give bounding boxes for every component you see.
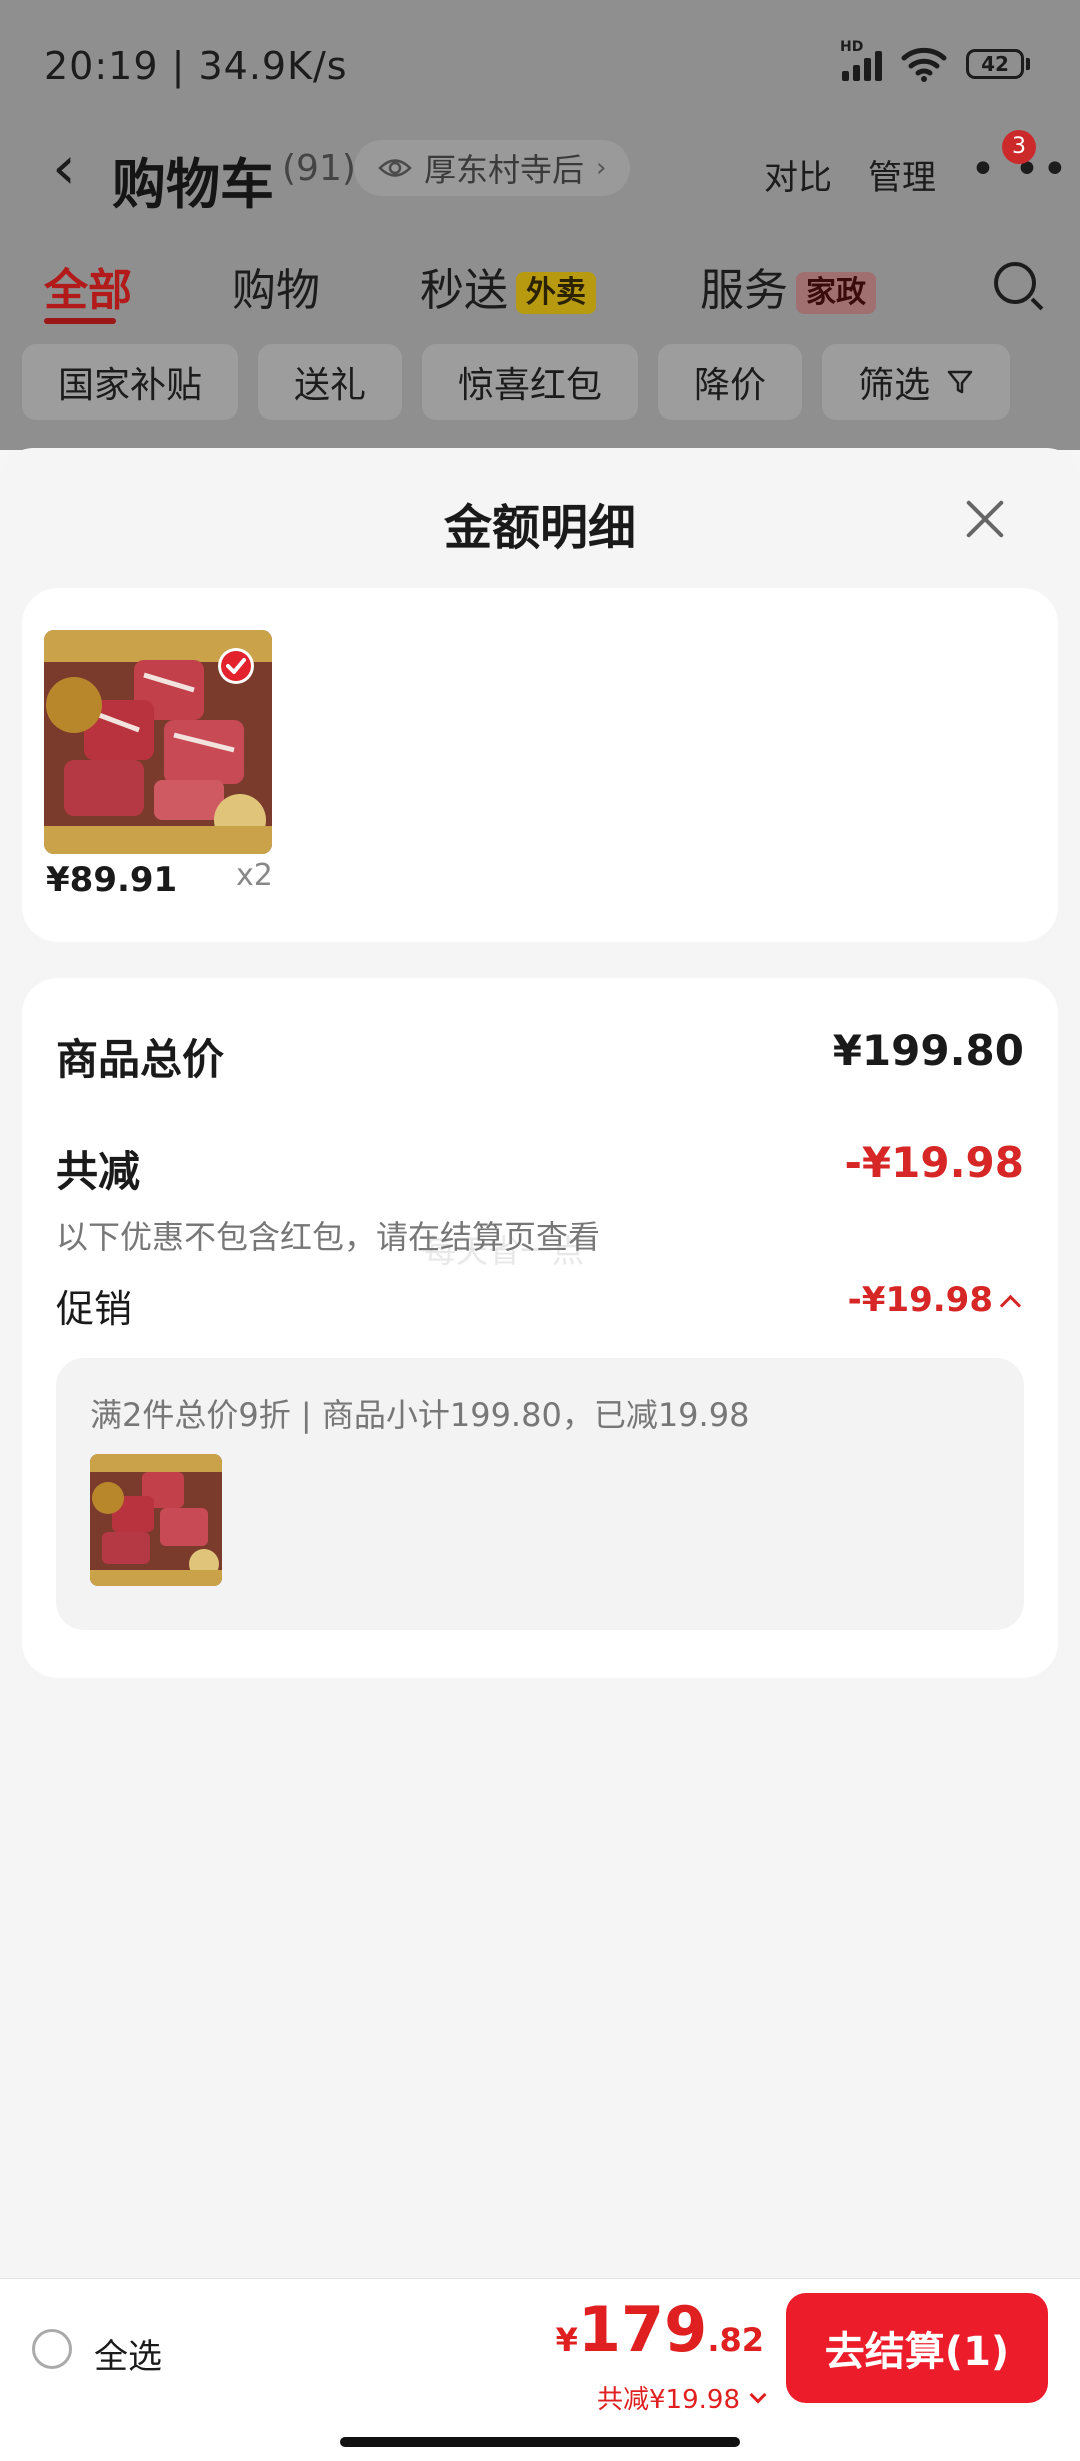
filter-icon — [947, 370, 973, 394]
compare-button[interactable]: 对比 — [764, 150, 832, 199]
battery-level: 42 — [966, 49, 1024, 79]
status-icons: HD 42 — [840, 39, 1030, 82]
close-icon[interactable] — [962, 496, 1008, 542]
wifi-icon — [901, 47, 947, 82]
sheet-title: 金额明细 — [443, 500, 636, 556]
page-title: 购物车 — [112, 153, 274, 216]
status-time: 20:19 | 34.9K/s — [44, 44, 348, 88]
promotion-product-thumbnail — [90, 1454, 222, 1586]
tab-shopping-label: 购物 — [232, 265, 320, 316]
chip-filter[interactable]: 筛选 — [822, 344, 1011, 420]
promotion-detail: 满2件总价9折 | 商品小计199.80，已减19.98 — [56, 1358, 1024, 1630]
promotion-value: -¥19.98 — [847, 1280, 993, 1320]
savings-text: 共减¥19.98 — [597, 2385, 740, 2415]
product-price: ¥89.91 — [46, 860, 178, 900]
takeout-tag: 外卖 — [516, 272, 596, 314]
notification-badge: 3 — [1002, 130, 1036, 164]
chip-national-subsidy[interactable]: 国家补贴 — [22, 344, 239, 420]
discount-label: 共减 — [56, 1147, 141, 1196]
back-icon[interactable]: ‹ — [52, 138, 76, 198]
tab-instant-label: 秒送 — [420, 265, 508, 316]
goods-total-label: 商品总价 — [56, 1035, 225, 1084]
chip-price-drop[interactable]: 降价 — [658, 344, 803, 420]
select-all-label[interactable]: 全选 — [94, 2329, 162, 2378]
savings-toggle[interactable]: 共减¥19.98 — [597, 2379, 767, 2416]
beef-thumbnail — [90, 1454, 222, 1586]
cellular-signal-icon: HD — [840, 39, 882, 81]
chip-gift[interactable]: 送礼 — [258, 344, 403, 420]
checkout-bar: 全选 ¥179.82 共减¥19.98 去结算(1) — [0, 2278, 1080, 2461]
search-icon[interactable] — [994, 262, 1036, 304]
promotion-toggle[interactable]: -¥19.98 — [847, 1280, 1022, 1320]
battery-icon: 42 — [966, 49, 1030, 79]
address-text: 厚东村寺后 — [424, 151, 585, 189]
hd-label: HD — [840, 39, 864, 55]
select-all-checkbox[interactable] — [32, 2329, 72, 2369]
chevron-down-icon — [749, 2386, 767, 2403]
housekeeping-tag: 家政 — [796, 272, 876, 314]
tab-service[interactable]: 服务 家政 — [700, 254, 876, 318]
product-card: ¥89.91 x2 — [22, 588, 1058, 942]
promotion-label: 促销 — [56, 1287, 133, 1331]
total-currency: ¥ — [555, 2321, 578, 2359]
status-bar: 20:19 | 34.9K/s HD 42 — [0, 0, 1080, 130]
manage-button[interactable]: 管理 — [868, 150, 936, 199]
filter-label: 筛选 — [858, 365, 931, 406]
promotion-description: 满2件总价9折 | 商品小计199.80，已减19.98 — [90, 1396, 750, 1434]
total-price: ¥179.82 — [556, 2293, 764, 2366]
cart-header: ‹ 购物车 (91) 厚东村寺后 › 对比 管理 • •• 3 全部 购物 秒送… — [0, 130, 1080, 450]
price-breakdown-card: 商品总价 ¥199.80 共减 -¥19.98 每天省一点 以下优惠不包含红包，… — [22, 978, 1058, 1678]
discount-note: 以下优惠不包含红包，请在结算页查看 — [56, 1218, 601, 1256]
product-quantity: x2 — [236, 858, 273, 893]
goods-total-value: ¥199.80 — [832, 1026, 1024, 1075]
tab-all-label: 全部 — [44, 265, 132, 316]
total-decimal: .82 — [707, 2321, 764, 2359]
active-tab-indicator — [44, 318, 116, 324]
product-image[interactable] — [44, 630, 272, 854]
eye-icon — [378, 159, 412, 177]
tab-service-label: 服务 — [700, 265, 788, 316]
discount-value: -¥19.98 — [844, 1138, 1024, 1187]
chevron-right-icon: › — [596, 153, 607, 183]
chip-red-packet[interactable]: 惊喜红包 — [422, 344, 639, 420]
tab-instant[interactable]: 秒送 外卖 — [420, 254, 596, 318]
total-integer: 179 — [577, 2293, 708, 2366]
cart-count: (91) — [282, 148, 356, 189]
cart-tabs: 全部 购物 秒送 外卖 服务 家政 — [0, 254, 1080, 324]
address-selector[interactable]: 厚东村寺后 › — [354, 140, 631, 196]
checkout-button[interactable]: 去结算(1) — [786, 2293, 1048, 2403]
filter-chips: 国家补贴 送礼 惊喜红包 降价 筛选 — [22, 344, 1011, 420]
tab-shopping[interactable]: 购物 — [232, 254, 320, 318]
home-indicator — [340, 2437, 740, 2447]
chevron-up-icon — [999, 1294, 1022, 1316]
tab-all[interactable]: 全部 — [44, 254, 132, 318]
amount-detail-sheet: 金额明细 ¥89.91 x2 商品总价 ¥199.80 共减 -¥19.98 每… — [0, 448, 1080, 2278]
beef-image — [44, 630, 272, 854]
